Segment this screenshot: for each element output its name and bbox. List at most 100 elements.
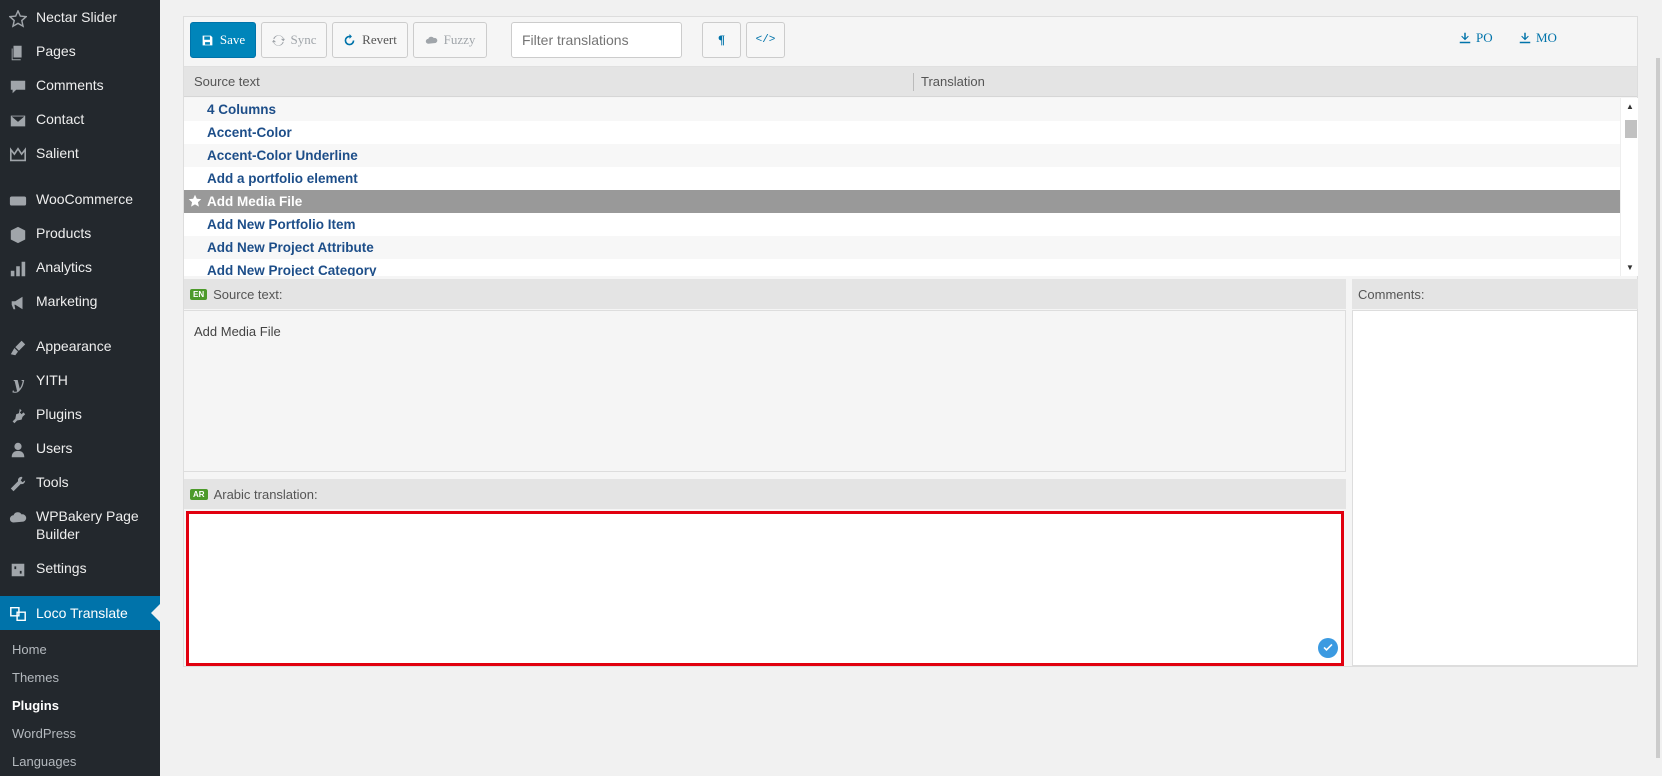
sync-button[interactable]: Sync	[261, 22, 327, 58]
source-panel-header: EN Source text:	[184, 279, 1346, 309]
menu-item-analytics[interactable]: Analytics	[0, 258, 160, 278]
pages-icon	[0, 42, 36, 62]
en-flag-badge: EN	[190, 288, 208, 300]
comments-panel-header: Comments:	[1352, 279, 1638, 309]
submenu-home[interactable]: Home	[12, 642, 47, 657]
fuzzy-button[interactable]: Fuzzy	[413, 22, 487, 58]
po-label: PO	[1476, 30, 1493, 45]
list-scrollbar[interactable]: ▲ ▼	[1620, 98, 1638, 276]
column-divider[interactable]	[913, 73, 914, 91]
cloud-icon	[0, 507, 36, 527]
save-button[interactable]: Save	[190, 22, 256, 58]
page-scroll-thumb[interactable]	[1656, 58, 1660, 758]
menu-item-pages[interactable]: Pages	[0, 42, 160, 62]
menu-item-woocommerce[interactable]: WooCommerce	[0, 190, 160, 210]
menu-label: Analytics	[36, 259, 93, 275]
grid-header: Source text Translation	[184, 67, 1637, 97]
ar-flag-badge: AR	[190, 488, 208, 500]
woo-icon	[0, 190, 36, 210]
comments-panel-label: Comments:	[1358, 286, 1425, 302]
box-icon	[0, 224, 36, 244]
download-icon	[1459, 32, 1471, 44]
megaphone-icon	[0, 292, 36, 312]
menu-item-nectar-slider[interactable]: Nectar Slider	[0, 8, 160, 28]
menu-label: Pages	[36, 43, 76, 59]
list-item[interactable]: Add New Project Attribute	[184, 236, 1620, 259]
revert-button[interactable]: Revert	[332, 22, 408, 58]
list-item[interactable]: Accent-Color Underline	[184, 144, 1620, 167]
menu-item-wpbakery[interactable]: WPBakery Page Builder	[0, 507, 160, 543]
scroll-down-icon[interactable]: ▼	[1626, 263, 1634, 272]
list-item[interactable]: Accent-Color	[184, 121, 1620, 144]
toggle-invisibles-button[interactable]: ¶	[702, 22, 741, 58]
star-icon	[0, 8, 36, 28]
revert-label: Revert	[362, 32, 397, 47]
menu-label: Salient	[36, 145, 79, 161]
save-label: Save	[219, 32, 246, 47]
submenu-plugins[interactable]: Plugins	[12, 698, 59, 713]
mo-label: MO	[1536, 30, 1557, 45]
translation-panel-header: AR Arabic translation:	[184, 479, 1346, 509]
list-item[interactable]: 4 Columns	[184, 98, 1620, 121]
download-icon	[1519, 32, 1531, 44]
source-text-view: Add Media File	[184, 310, 1346, 472]
list-item[interactable]: Add a portfolio element	[184, 167, 1620, 190]
crown-icon	[0, 144, 36, 164]
menu-item-users[interactable]: Users	[0, 439, 160, 459]
comments-icon	[0, 76, 36, 96]
mail-icon	[0, 110, 36, 130]
arabic-translation-textarea[interactable]	[186, 511, 1344, 666]
menu-label: Marketing	[36, 293, 98, 309]
menu-label: Contact	[36, 111, 85, 127]
settings-icon	[0, 559, 36, 579]
menu-label: Users	[36, 440, 73, 456]
menu-item-plugins[interactable]: Plugins	[0, 405, 160, 425]
cloud-icon	[425, 36, 437, 44]
list-item-selected[interactable]: Add Media File	[184, 190, 1620, 213]
download-mo-link[interactable]: MO	[1519, 30, 1557, 46]
comments-textarea[interactable]	[1352, 310, 1638, 666]
toggle-code-button[interactable]: </>	[746, 22, 785, 58]
page-scrollbar[interactable]	[1654, 0, 1662, 776]
list-item[interactable]: Add New Portfolio Item	[184, 213, 1620, 236]
translation-header[interactable]: Translation	[921, 74, 985, 89]
star-icon	[188, 194, 202, 207]
filter-translations-input[interactable]	[511, 22, 682, 58]
submenu-wordpress[interactable]: WordPress	[12, 726, 76, 741]
menu-item-loco-translate[interactable]: Loco Translate	[0, 596, 160, 630]
fuzzy-label: Fuzzy	[443, 32, 476, 47]
source-panel-label: Source text:	[213, 286, 283, 302]
submenu-themes[interactable]: Themes	[12, 670, 59, 685]
menu-item-tools[interactable]: Tools	[0, 473, 160, 493]
translation-panel-label: Arabic translation:	[213, 486, 318, 502]
list-item-label: Add Media File	[207, 194, 303, 209]
scroll-up-icon[interactable]: ▲	[1626, 102, 1634, 111]
translate-icon	[0, 603, 36, 623]
source-text-header[interactable]: Source text	[194, 74, 260, 89]
scroll-thumb[interactable]	[1625, 120, 1637, 138]
submenu-languages[interactable]: Languages	[12, 754, 76, 769]
user-icon	[0, 439, 36, 459]
menu-item-settings[interactable]: Settings	[0, 559, 160, 579]
checkmark-icon	[1318, 638, 1338, 658]
menu-label: YITH	[36, 372, 68, 388]
menu-label: Loco Translate	[36, 605, 128, 621]
menu-label-wrap: WPBakery Page Builder	[36, 507, 139, 543]
menu-item-marketing[interactable]: Marketing	[0, 292, 160, 312]
menu-item-appearance[interactable]: Appearance	[0, 337, 160, 357]
menu-label: Nectar Slider	[36, 9, 117, 25]
menu-item-comments[interactable]: Comments	[0, 76, 160, 96]
menu-label: WPBakery Page	[36, 508, 139, 524]
wrench-icon	[0, 473, 36, 493]
download-po-link[interactable]: PO	[1459, 30, 1493, 46]
list-item[interactable]: Add New Project Category	[184, 259, 1620, 276]
menu-label: Products	[36, 225, 92, 241]
menu-label: WooCommerce	[36, 191, 133, 207]
menu-label: Comments	[36, 77, 104, 93]
menu-item-products[interactable]: Products	[0, 224, 160, 244]
menu-item-yith[interactable]: y YITH	[0, 371, 160, 394]
menu-item-contact[interactable]: Contact	[0, 110, 160, 130]
menu-item-salient[interactable]: Salient	[0, 144, 160, 164]
brush-icon	[0, 337, 36, 357]
sync-icon	[271, 34, 285, 46]
